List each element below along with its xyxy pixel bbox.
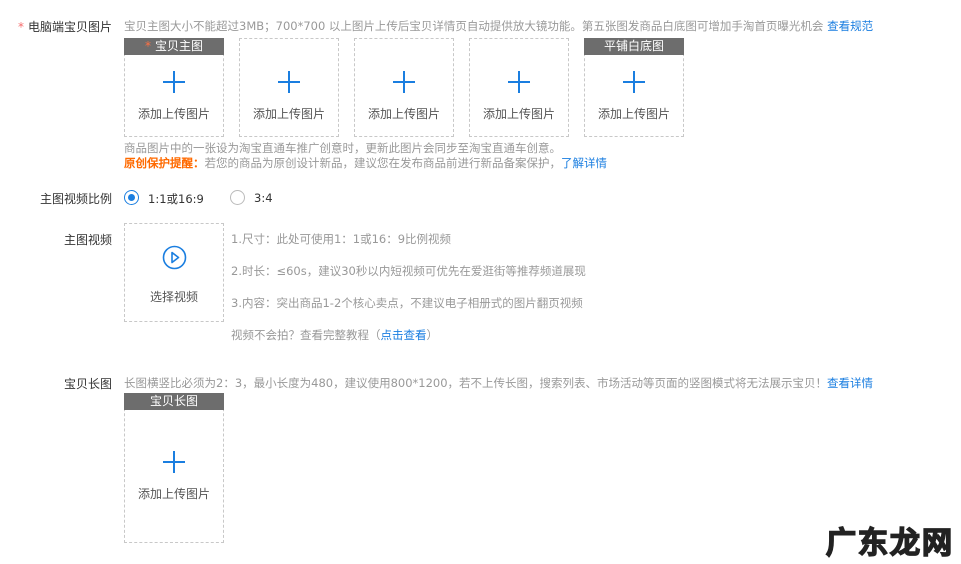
learn-more-link[interactable]: 了解详情 <box>561 156 607 170</box>
upload-slot-2[interactable]: 添加上传图片 <box>239 38 339 137</box>
view-details-link[interactable]: 查看详情 <box>827 376 873 390</box>
pc-images-label: * 电脑端宝贝图片 <box>17 20 112 34</box>
plus-icon <box>278 71 300 93</box>
video-tip: 1.尺寸：此处可使用1：1或16：9比例视频 <box>231 232 452 246</box>
video-tutorial: 视频不会拍？查看完整教程（点击查看） <box>231 328 438 342</box>
plus-icon <box>508 71 530 93</box>
upload-slot-3[interactable]: 添加上传图片 <box>354 38 454 137</box>
pc-images-hint: 宝贝主图大小不能超过3MB；700*700 以上图片上传后宝贝详情页自动提供放大… <box>124 19 874 33</box>
plus-icon <box>163 451 185 473</box>
upload-slot-main[interactable]: * 宝贝主图 添加上传图片 <box>124 38 224 137</box>
plus-icon <box>623 71 645 93</box>
upload-slot-white-bg[interactable]: 平铺白底图 添加上传图片 <box>584 38 684 137</box>
plus-icon <box>163 71 185 93</box>
upload-slot-4[interactable]: 添加上传图片 <box>469 38 569 137</box>
video-ratio-label: 主图视频比例 <box>39 192 112 206</box>
tutorial-link[interactable]: 点击查看 <box>381 328 427 342</box>
upload-long-image[interactable]: 宝贝长图 添加上传图片 <box>124 393 224 543</box>
long-image-hint: 长图横竖比必须为2：3，最小长度为480，建议使用800*1200，若不上传长图… <box>124 376 874 390</box>
select-video-button[interactable]: 选择视频 <box>124 223 224 322</box>
video-label: 主图视频 <box>63 233 112 247</box>
watermark-logo: 广东龙网 <box>825 525 954 562</box>
plus-icon <box>393 71 415 93</box>
ratio-radio-3-4[interactable] <box>230 190 245 205</box>
view-spec-link[interactable]: 查看规范 <box>827 19 873 33</box>
video-tip: 2.时长：≤60s，建议30秒以内短视频可优先在爱逛街等推荐频道展现 <box>231 264 586 278</box>
long-image-label: 宝贝长图 <box>63 377 112 391</box>
ztc-note: 商品图片中的一张设为淘宝直通车推广创意时，更新此图片会同步至淘宝直通车创意。 <box>124 141 561 155</box>
play-icon <box>162 245 187 270</box>
original-protection-note: 原创保护提醒：若您的商品为原创设计新品，建议您在发布商品前进行新品备案保护，了解… <box>124 156 607 170</box>
video-tip: 3.内容：突出商品1-2个核心卖点，不建议电子相册式的图片翻页视频 <box>231 296 583 310</box>
ratio-radio-1-1[interactable] <box>124 190 139 205</box>
